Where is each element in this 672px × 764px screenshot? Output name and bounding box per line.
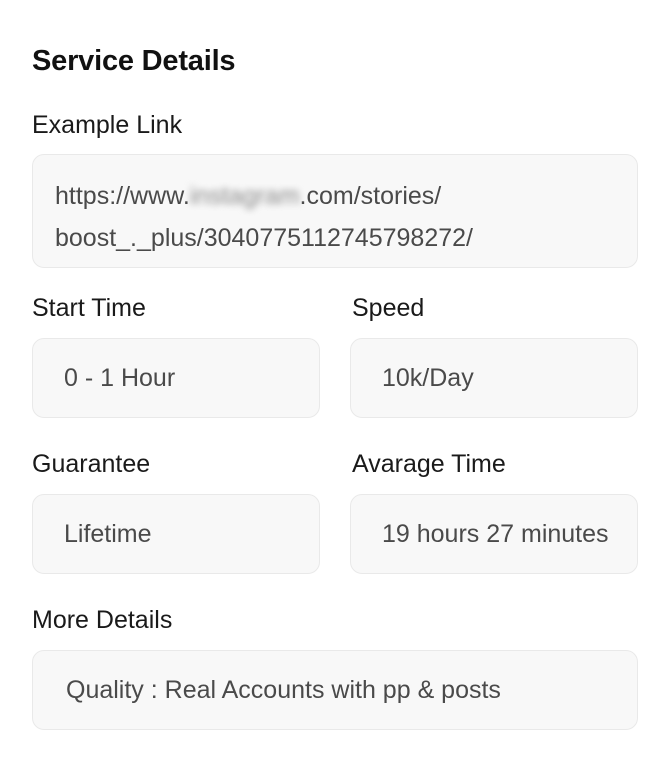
guarantee-field: Lifetime (32, 494, 320, 574)
example-link-suffix: .com/stories/ (299, 182, 442, 210)
example-link-label: Example Link (32, 111, 183, 139)
speed-label: Speed (352, 294, 425, 322)
speed-field: 10k/Day (350, 338, 638, 418)
average-time-value: 19 hours 27 minutes (382, 519, 609, 548)
start-time-label: Start Time (32, 294, 146, 322)
example-link-blurred-domain: instagram (189, 182, 300, 210)
section-title: Service Details (32, 45, 236, 77)
more-details-value: Quality : Real Accounts with pp & posts (66, 675, 501, 704)
example-link-prefix: https://www. (55, 182, 190, 210)
example-link-field: https://www.instagram.com/stories/ boost… (32, 154, 638, 268)
speed-value: 10k/Day (382, 363, 474, 392)
guarantee-value: Lifetime (64, 519, 152, 548)
guarantee-label: Guarantee (32, 450, 151, 478)
example-link-line-2: boost_._plus/3040775112745798272/ (55, 224, 473, 252)
start-time-field: 0 - 1 Hour (32, 338, 320, 418)
average-time-field: 19 hours 27 minutes (350, 494, 638, 574)
start-time-value: 0 - 1 Hour (64, 363, 176, 392)
average-time-label: Avarage Time (352, 450, 506, 478)
more-details-label: More Details (32, 606, 173, 634)
example-link-value: https://www.instagram.com/stories/ boost… (55, 175, 473, 259)
example-link-line-1: https://www.instagram.com/stories/ (55, 175, 473, 217)
more-details-field: Quality : Real Accounts with pp & posts (32, 650, 638, 730)
